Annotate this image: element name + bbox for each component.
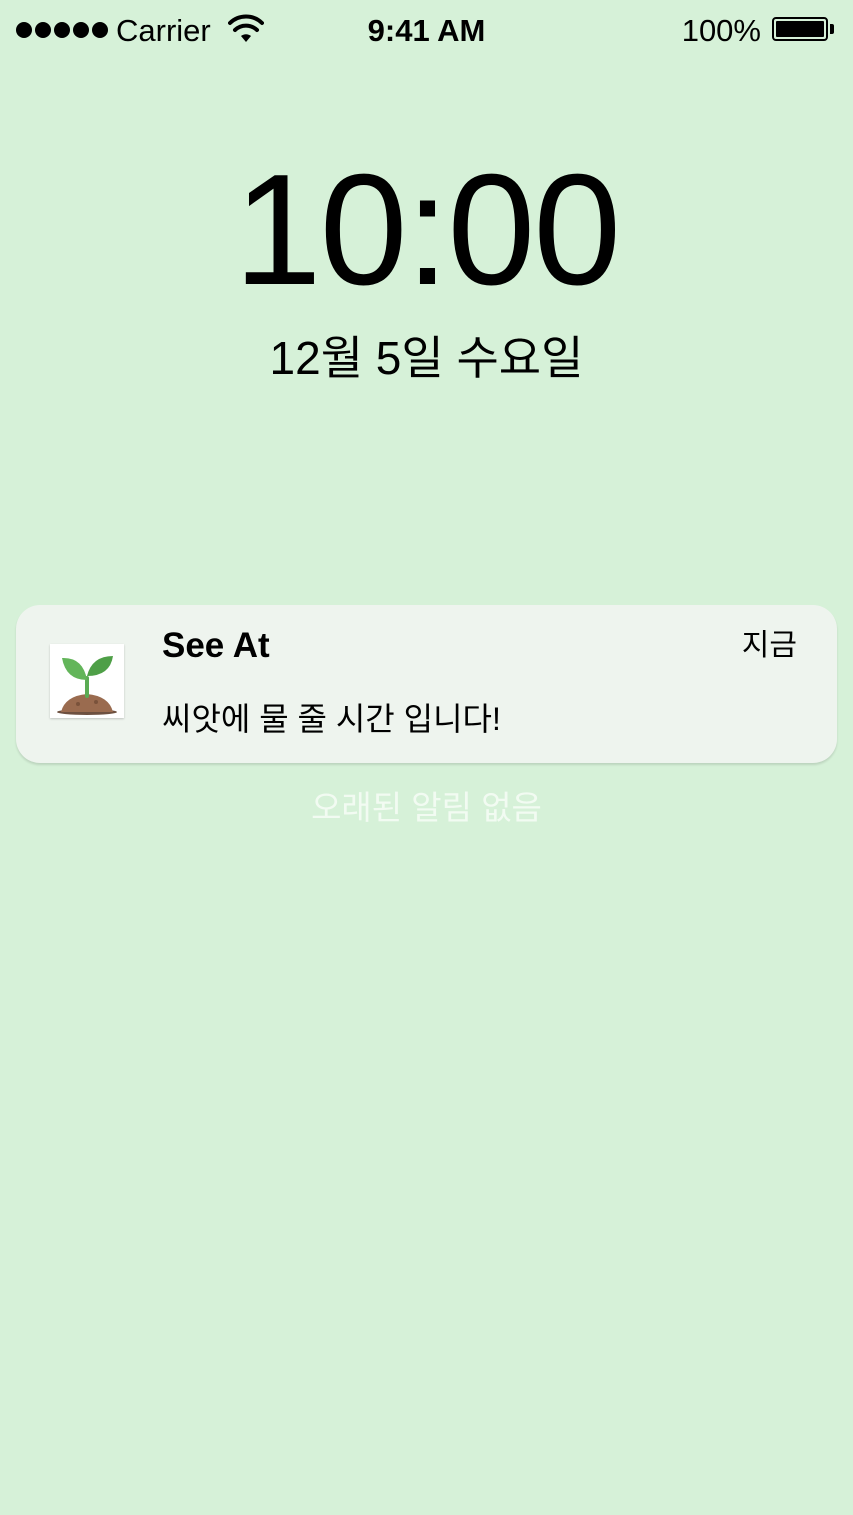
battery-tip [830, 24, 834, 34]
status-bar: Carrier 9:41 AM 100% [0, 0, 853, 62]
no-older-notifications-label: 오래된 알림 없음 [311, 789, 542, 826]
notification-card[interactable]: See At 지금 씨앗에 물 줄 시간 입니다! [16, 605, 837, 763]
lock-screen-date: 12월 5일 수요일 [269, 332, 584, 384]
notification-time: 지금 [741, 629, 797, 662]
notification-message: 씨앗에 물 줄 시간 입니다! [162, 701, 501, 737]
battery-icon [772, 17, 828, 41]
notification-app-name: See At [162, 626, 270, 665]
lock-screen-clock: 10:00 [233, 142, 621, 318]
sprout-icon [50, 644, 124, 718]
battery-percent: 100% [681, 13, 761, 48]
